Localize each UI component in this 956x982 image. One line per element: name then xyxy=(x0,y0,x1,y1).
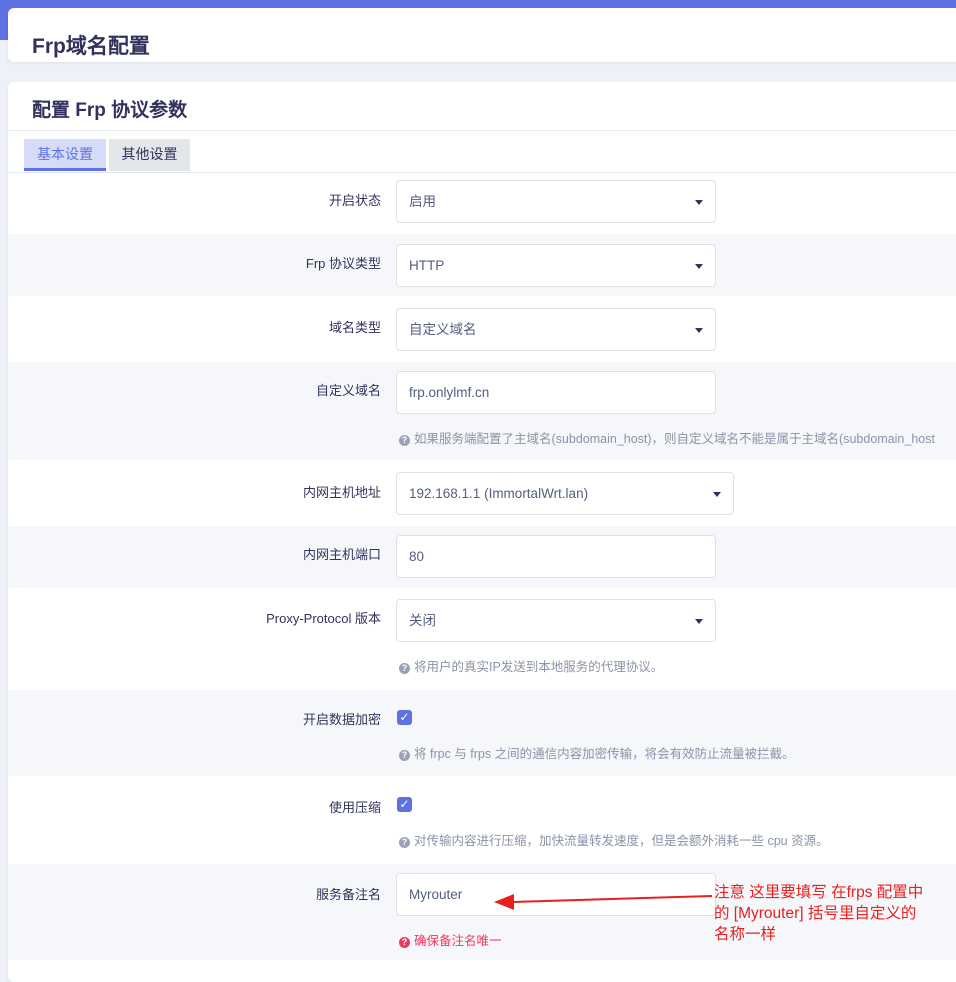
annotation-note: 注意 这里要填写 在frps 配置中 的 [Myrouter] 括号里自定义的 … xyxy=(714,882,954,945)
arrow-left-icon xyxy=(494,894,713,910)
annotation-line: 名称一样 xyxy=(714,926,777,943)
annotation-line: 注意 这里要填写 在frps 配置中 xyxy=(714,884,924,901)
annotation-line: 的 [Myrouter] 括号里自定义的 xyxy=(714,905,917,922)
